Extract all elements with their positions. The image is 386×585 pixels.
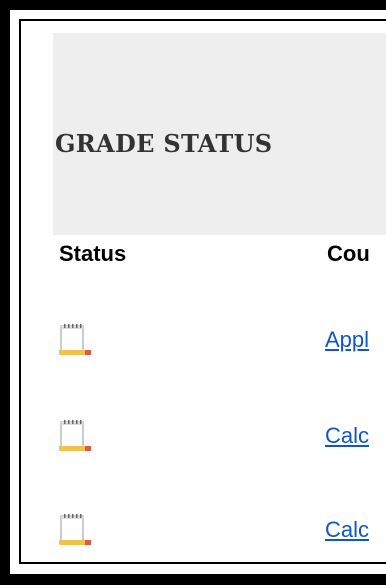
page-title: GRADE STATUS	[55, 129, 273, 158]
grade-status-section: GRADE STATUS Status Cou Appl Calc Calc	[53, 21, 386, 562]
screenshot-frame: GRADE STATUS Status Cou Appl Calc Calc	[0, 0, 386, 585]
notepad-pencil-icon	[57, 323, 93, 359]
course-link[interactable]: Calc	[325, 423, 369, 449]
table-row: Calc	[53, 417, 386, 457]
content-panel: GRADE STATUS Status Cou Appl Calc Calc	[19, 19, 386, 564]
table-row: Appl	[53, 321, 386, 361]
course-link[interactable]: Calc	[325, 517, 369, 543]
notepad-pencil-icon	[57, 419, 93, 455]
table-row: Calc	[53, 511, 386, 551]
course-link[interactable]: Appl	[325, 327, 369, 353]
column-header-status: Status	[59, 241, 127, 266]
header-band: GRADE STATUS	[53, 33, 386, 235]
column-header-course: Cou	[327, 241, 370, 266]
notepad-pencil-icon	[57, 513, 93, 549]
